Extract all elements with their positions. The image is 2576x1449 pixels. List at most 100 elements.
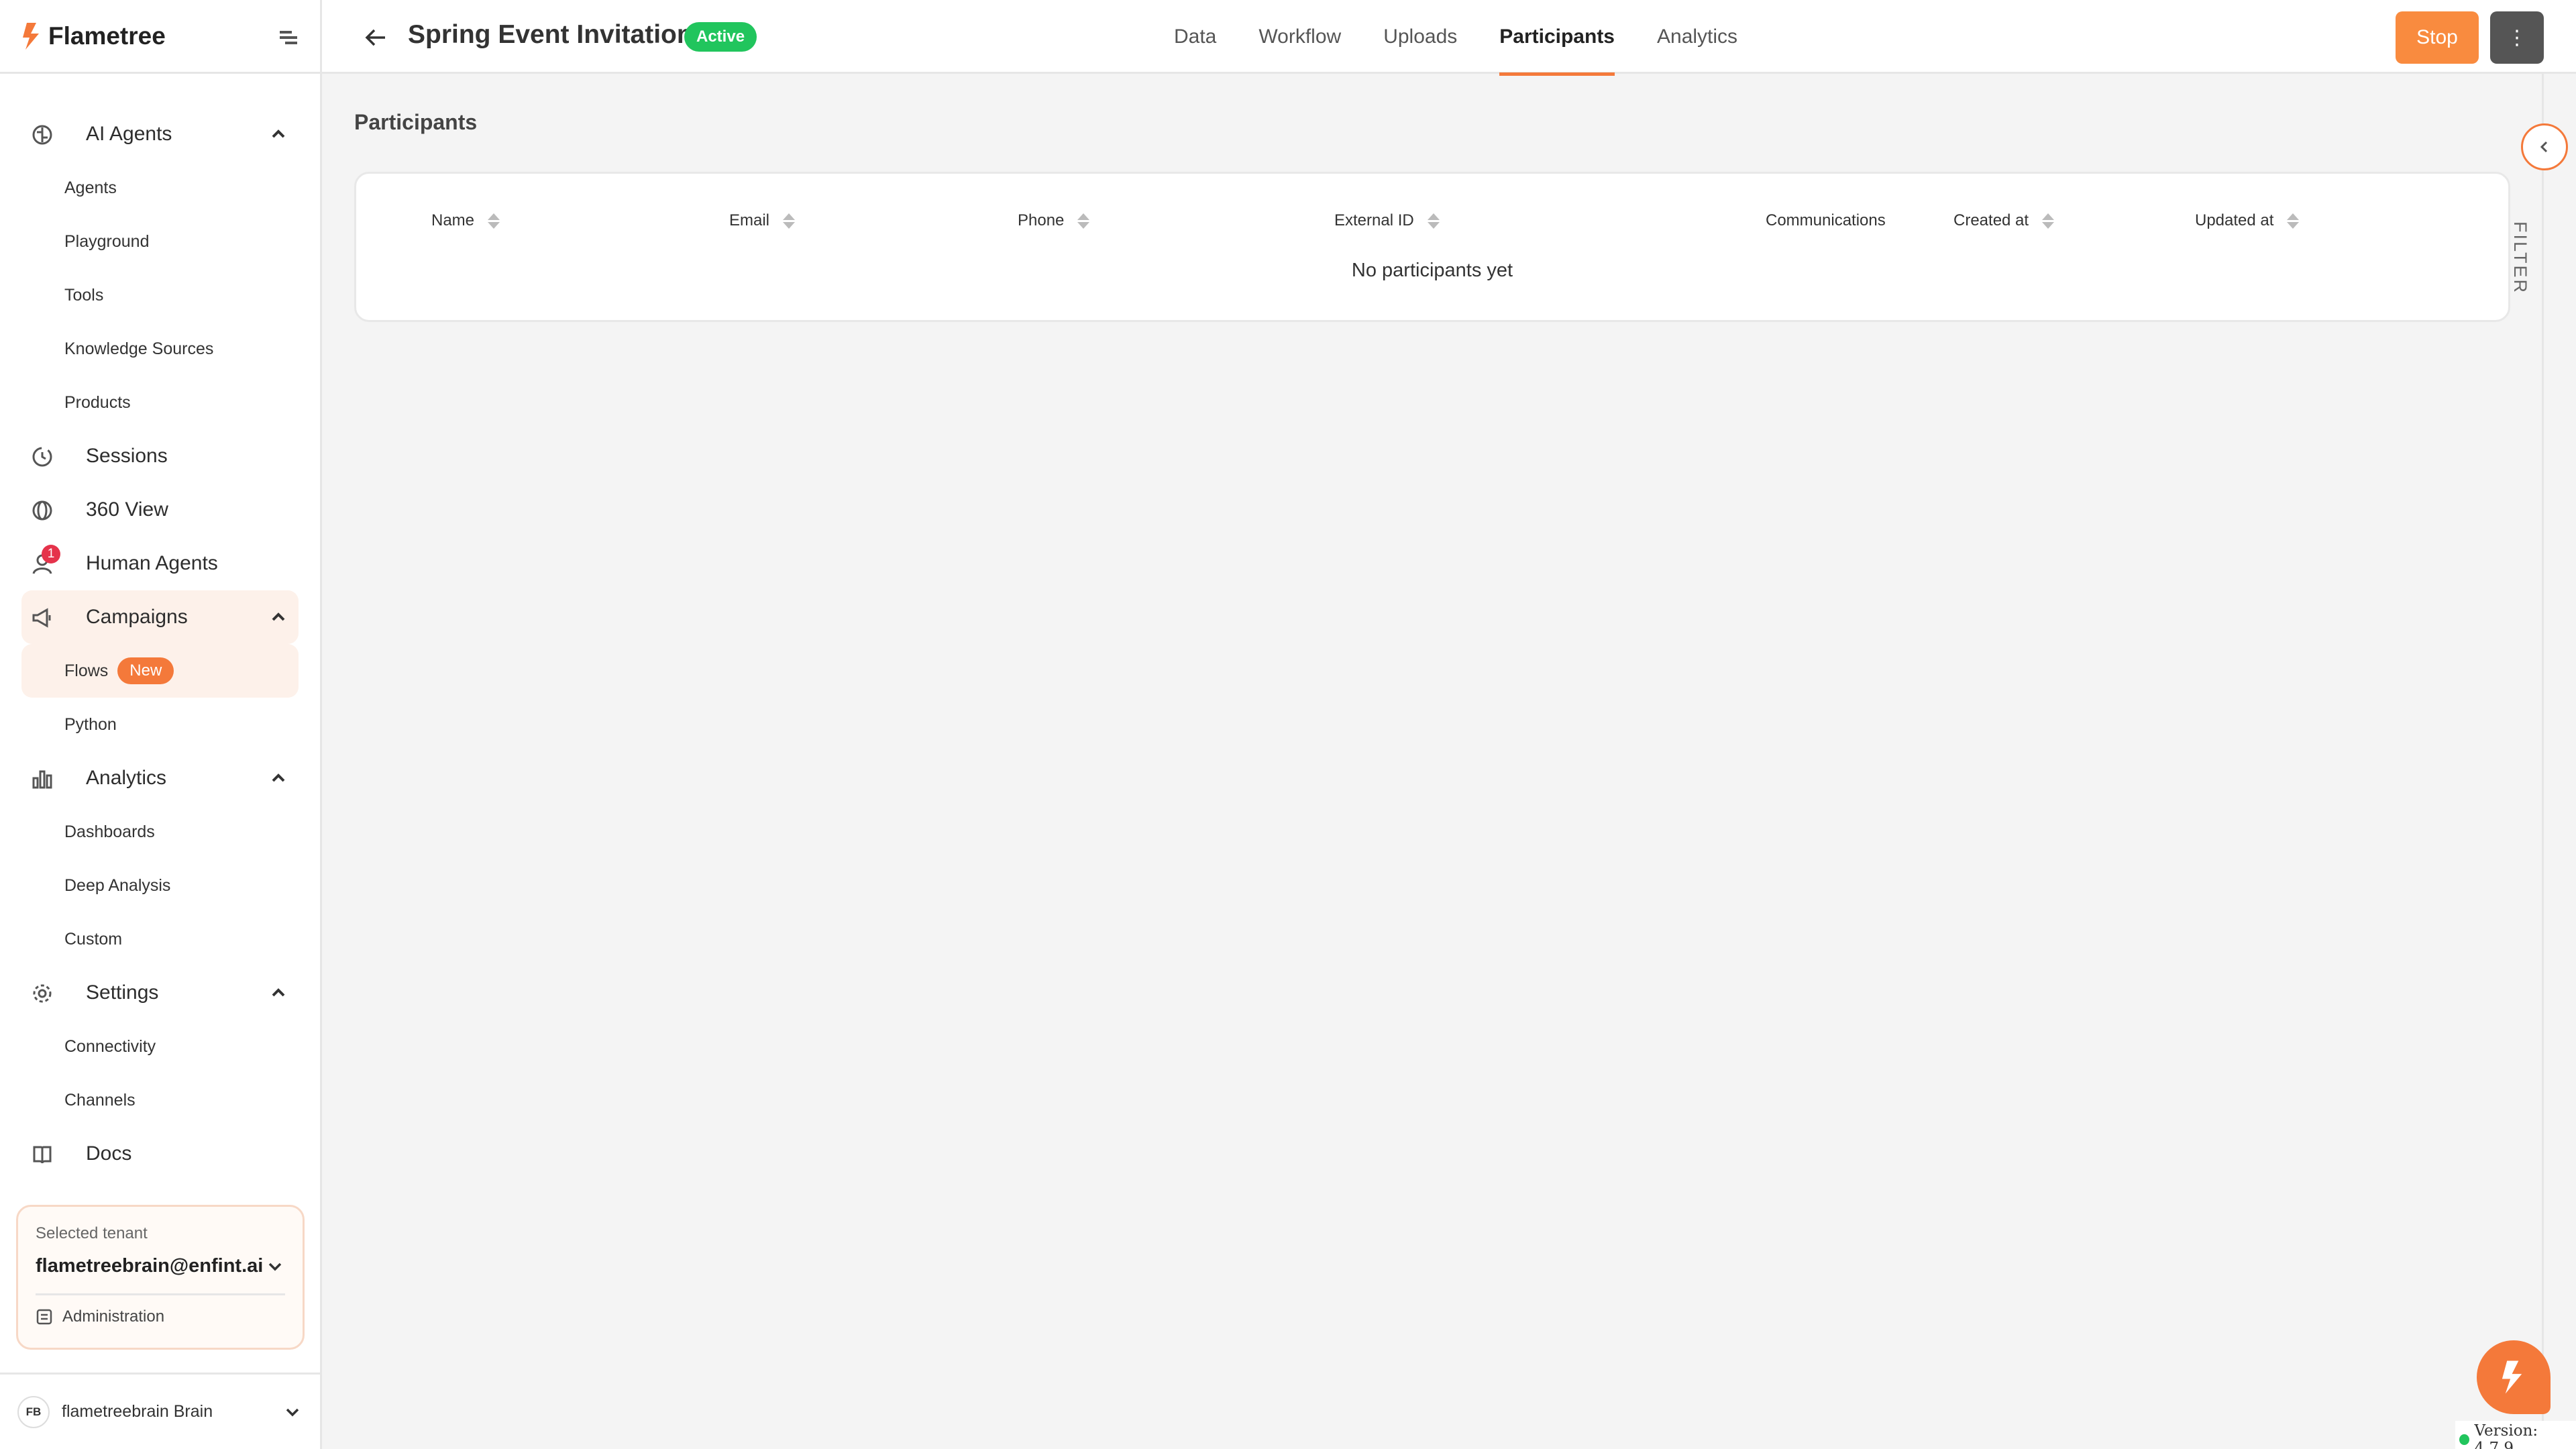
sidebar-item-campaigns[interactable]: Campaigns <box>21 590 299 644</box>
chevron-up-icon[interactable] <box>268 982 289 1004</box>
avatar: FB <box>17 1395 50 1428</box>
tenant-dropdown[interactable]: flametreebrain@enfint.ai <box>36 1255 285 1277</box>
assistant-chat-button[interactable] <box>2477 1340 2551 1414</box>
sidebar-item-dashboards[interactable]: Dashboards <box>21 805 299 859</box>
user-info: FB flametreebrain Brain <box>17 1395 213 1428</box>
sort-icon[interactable] <box>2042 213 2055 229</box>
column-header-communications: Communications <box>1766 211 1886 230</box>
sidebar-item-label: Analytics <box>86 767 167 789</box>
sidebar-item-label: Sessions <box>86 445 168 467</box>
sidebar-nav: AI Agents Agents Playground Tools Knowle… <box>0 107 320 1181</box>
sidebar-item-playground[interactable]: Playground <box>21 215 299 268</box>
administration-label: Administration <box>62 1307 165 1326</box>
filter-toggle-button[interactable] <box>2521 123 2568 170</box>
tenant-label: Selected tenant <box>36 1224 148 1242</box>
chevron-down-icon[interactable] <box>282 1402 303 1422</box>
column-header-updated-at[interactable]: Updated at <box>2195 211 2300 230</box>
sidebar-item-360-view[interactable]: 360 View <box>21 483 299 537</box>
sort-icon[interactable] <box>1427 213 1440 229</box>
sidebar-item-label: Custom <box>64 929 123 949</box>
sidebar-item-label: Campaigns <box>86 606 188 628</box>
column-header-created-at[interactable]: Created at <box>1953 211 2055 230</box>
sort-icon[interactable] <box>783 213 796 229</box>
sidebar-item-connectivity[interactable]: Connectivity <box>21 1020 299 1073</box>
tab-workflow[interactable]: Workflow <box>1258 0 1341 74</box>
empty-state-message: No participants yet <box>1351 260 1513 281</box>
new-badge: New <box>117 657 174 684</box>
version-text: Version: 4.7.9 <box>2474 1422 2538 1449</box>
sidebar-header: Flametree <box>0 0 320 74</box>
sidebar-item-label: Connectivity <box>64 1036 156 1056</box>
filter-label[interactable]: FILTER <box>2510 221 2530 294</box>
brand-name: Flametree <box>48 21 166 50</box>
history-icon <box>32 447 52 467</box>
column-label: External ID <box>1334 211 1414 229</box>
sidebar-item-label: Docs <box>86 1142 132 1165</box>
flame-logo-icon <box>2502 1360 2522 1394</box>
sidebar-item-sessions[interactable]: Sessions <box>21 429 299 483</box>
page-title: Spring Event Invitations <box>408 20 708 49</box>
globe-icon <box>32 500 52 521</box>
sidebar-item-products[interactable]: Products <box>21 376 299 429</box>
user-menu[interactable]: FB flametreebrain Brain <box>0 1373 320 1449</box>
tab-bar: Data Workflow Uploads Participants Analy… <box>1174 0 1780 76</box>
column-header-name[interactable]: Name <box>431 211 500 230</box>
chevron-down-icon <box>268 1263 282 1271</box>
chevron-up-icon[interactable] <box>268 123 289 145</box>
megaphone-icon <box>32 608 51 628</box>
sidebar-item-label: AI Agents <box>86 123 172 145</box>
sidebar-item-label: 360 View <box>86 498 168 521</box>
sidebar-item-human-agents[interactable]: 1 Human Agents <box>21 537 299 590</box>
flame-logo-icon <box>23 22 39 50</box>
sidebar-item-docs[interactable]: Docs <box>21 1127 299 1181</box>
back-arrow-icon[interactable] <box>362 24 389 51</box>
book-icon <box>33 1146 52 1164</box>
sidebar-item-channels[interactable]: Channels <box>21 1073 299 1127</box>
sidebar-item-agents[interactable]: Agents <box>21 161 299 215</box>
sidebar-item-label: Settings <box>86 981 159 1004</box>
stop-button[interactable]: Stop <box>2396 11 2479 64</box>
chevron-up-icon[interactable] <box>268 767 289 789</box>
sort-icon[interactable] <box>1077 213 1090 229</box>
sidebar-item-python[interactable]: Python <box>21 698 299 751</box>
tab-data[interactable]: Data <box>1174 0 1216 74</box>
more-options-button[interactable]: ⋮ <box>2490 11 2544 64</box>
sidebar-item-label: Knowledge Sources <box>64 339 214 358</box>
bar-chart-icon <box>32 770 52 789</box>
gear-icon <box>33 984 52 1003</box>
tab-participants[interactable]: Participants <box>1499 0 1615 76</box>
sidebar-item-deep-analysis[interactable]: Deep Analysis <box>21 859 299 912</box>
sort-icon[interactable] <box>488 213 500 229</box>
column-label: Name <box>431 211 475 229</box>
collapse-sidebar-icon[interactable] <box>277 25 300 48</box>
version-indicator: Version: 4.7.9 <box>2455 1421 2576 1449</box>
administration-link[interactable]: Administration <box>36 1307 285 1326</box>
status-badge: Active <box>684 22 757 52</box>
column-label: Phone <box>1018 211 1065 229</box>
sort-icon[interactable] <box>2287 213 2300 229</box>
sidebar-item-label: Human Agents <box>86 552 218 574</box>
sidebar-item-label: Python <box>64 714 117 734</box>
sidebar-item-label: Dashboards <box>64 822 155 841</box>
sidebar-item-label: Playground <box>64 231 150 251</box>
tenant-name: flametreebrain@enfint.ai <box>36 1255 264 1277</box>
tab-uploads[interactable]: Uploads <box>1383 0 1457 74</box>
tab-analytics[interactable]: Analytics <box>1657 0 1737 74</box>
sidebar-item-settings[interactable]: Settings <box>21 966 299 1020</box>
sidebar-item-analytics[interactable]: Analytics <box>21 751 299 805</box>
top-bar: Spring Event Invitations Active Data Wor… <box>322 0 2576 76</box>
sidebar-item-custom[interactable]: Custom <box>21 912 299 966</box>
chevron-up-icon[interactable] <box>268 606 289 628</box>
column-header-email[interactable]: Email <box>729 211 796 230</box>
logo[interactable]: Flametree <box>20 21 166 51</box>
column-label: Created at <box>1953 211 2029 229</box>
sidebar-item-ai-agents[interactable]: AI Agents <box>21 107 299 161</box>
sidebar-item-label: Products <box>64 392 131 412</box>
section-title: Participants <box>354 110 478 134</box>
column-header-external-id[interactable]: External ID <box>1334 211 1440 230</box>
sidebar-item-tools[interactable]: Tools <box>21 268 299 322</box>
sidebar-item-flows[interactable]: Flows New <box>21 644 299 698</box>
user-name: flametreebrain Brain <box>62 1402 213 1421</box>
sidebar-item-knowledge-sources[interactable]: Knowledge Sources <box>21 322 299 376</box>
column-header-phone[interactable]: Phone <box>1018 211 1090 230</box>
